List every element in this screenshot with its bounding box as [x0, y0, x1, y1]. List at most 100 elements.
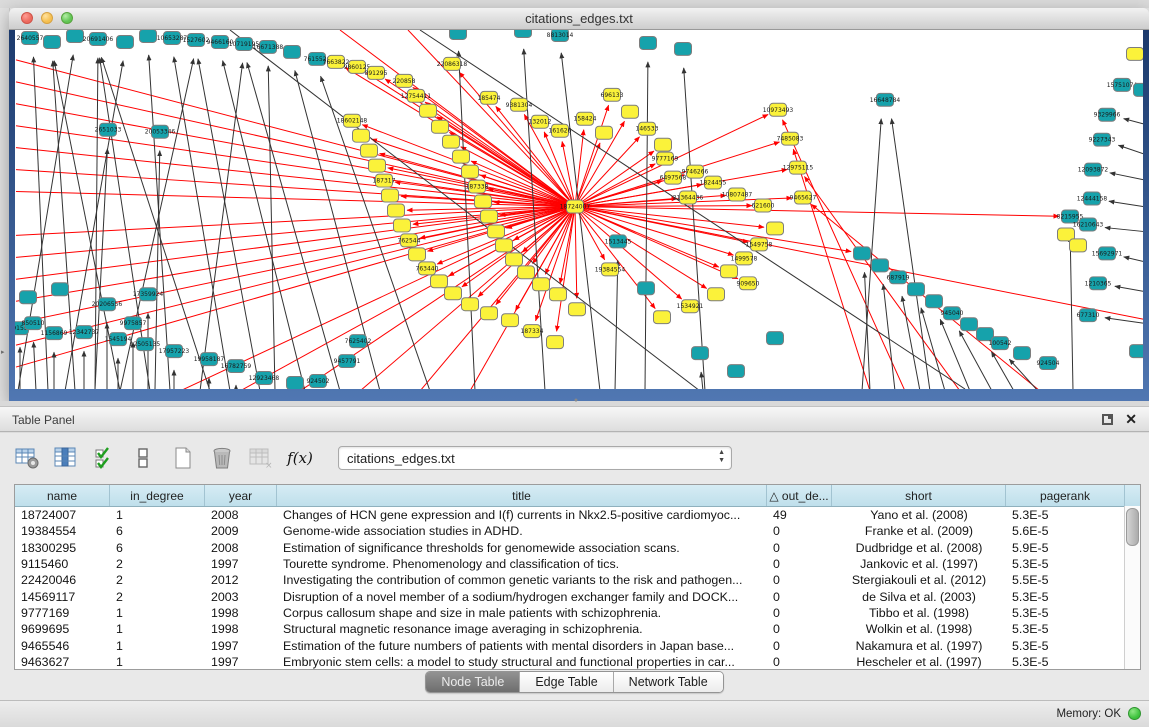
- column-header-out_de[interactable]: △ out_de...: [767, 485, 832, 506]
- network-node[interactable]: [431, 275, 448, 288]
- network-node[interactable]: [432, 120, 449, 133]
- network-node[interactable]: [1127, 47, 1144, 60]
- network-node[interactable]: 1499578: [731, 252, 758, 265]
- network-node[interactable]: [1134, 83, 1144, 96]
- network-node[interactable]: [721, 265, 738, 278]
- column-header-short[interactable]: short: [832, 485, 1006, 506]
- network-node[interactable]: [502, 314, 519, 327]
- network-node[interactable]: [1070, 239, 1087, 252]
- network-node[interactable]: [369, 159, 386, 172]
- network-node[interactable]: 161626: [549, 124, 572, 137]
- table-row[interactable]: 977716911998Corpus callosum shape and si…: [15, 605, 1140, 621]
- network-node[interactable]: [394, 219, 411, 232]
- network-node[interactable]: 15751074: [1107, 78, 1138, 91]
- network-node[interactable]: [569, 303, 586, 316]
- network-node[interactable]: [481, 210, 498, 223]
- network-node[interactable]: [655, 138, 672, 151]
- table-settings-icon[interactable]: [12, 443, 42, 473]
- network-node[interactable]: [450, 30, 467, 39]
- network-node[interactable]: 1513445: [605, 235, 632, 248]
- network-node[interactable]: [638, 282, 655, 295]
- network-node[interactable]: 909650: [737, 277, 760, 290]
- network-node[interactable]: [547, 336, 564, 349]
- scrollbar-thumb[interactable]: [1126, 508, 1139, 546]
- network-node[interactable]: 621600: [752, 199, 775, 212]
- network-node[interactable]: [708, 288, 725, 301]
- network-node[interactable]: [488, 225, 505, 238]
- network-node[interactable]: [622, 105, 639, 118]
- tab-node-table[interactable]: Node Table: [426, 672, 520, 692]
- column-header-name[interactable]: name: [15, 485, 110, 506]
- network-node[interactable]: [977, 328, 994, 341]
- network-node[interactable]: [388, 204, 405, 217]
- network-node[interactable]: 15692971: [1092, 247, 1123, 260]
- network-node[interactable]: [675, 42, 692, 55]
- table-row[interactable]: 911546021997Tourette syndrome. Phenomeno…: [15, 556, 1140, 572]
- network-node[interactable]: 9381304: [506, 98, 533, 111]
- network-node[interactable]: [767, 222, 784, 235]
- network-node[interactable]: 100542: [989, 337, 1012, 350]
- column-header-in_degree[interactable]: in_degree: [110, 485, 205, 506]
- network-node[interactable]: [20, 291, 37, 304]
- network-node[interactable]: 16648784: [870, 93, 901, 106]
- network-node[interactable]: [506, 253, 523, 266]
- column-header-pagerank[interactable]: pagerank: [1006, 485, 1125, 506]
- network-node[interactable]: 9329966: [1094, 108, 1121, 121]
- network-node[interactable]: 7615526: [304, 52, 331, 65]
- network-node[interactable]: [475, 195, 492, 208]
- table-row[interactable]: 1456911722003Disruption of a novel membe…: [15, 588, 1140, 604]
- select-all-icon[interactable]: [90, 443, 120, 473]
- tab-edge-table[interactable]: Edge Table: [520, 672, 613, 692]
- network-node[interactable]: 924502: [307, 375, 330, 388]
- table-row[interactable]: 946362711997Embryonic stem cells: a mode…: [15, 654, 1140, 670]
- network-node[interactable]: [767, 332, 784, 345]
- network-canvas[interactable]: 2640557206914061065328715276029466160107…: [15, 30, 1143, 389]
- column-header-year[interactable]: year: [205, 485, 277, 506]
- network-node[interactable]: 10807487: [722, 188, 753, 201]
- network-node[interactable]: 187317: [373, 174, 396, 187]
- network-node[interactable]: [453, 150, 470, 163]
- network-node[interactable]: [640, 36, 657, 49]
- table-vertical-scrollbar[interactable]: [1124, 506, 1140, 669]
- network-node[interactable]: [409, 248, 426, 261]
- network-node[interactable]: 9465627: [790, 191, 817, 204]
- window-titlebar[interactable]: citations_edges.txt: [9, 8, 1149, 30]
- network-node[interactable]: [1014, 347, 1031, 360]
- network-node[interactable]: [52, 283, 69, 296]
- network-node[interactable]: [353, 129, 370, 142]
- float-panel-icon[interactable]: [1102, 414, 1113, 425]
- function-builder-icon[interactable]: f(x): [285, 443, 315, 473]
- network-node[interactable]: [872, 259, 889, 272]
- network-node[interactable]: 891295: [365, 66, 388, 79]
- network-node[interactable]: 696133: [601, 88, 624, 101]
- network-node[interactable]: [961, 318, 978, 331]
- network-node[interactable]: [443, 135, 460, 148]
- network-node[interactable]: 17359924: [133, 288, 164, 301]
- delete-table-icon[interactable]: ×: [246, 443, 276, 473]
- network-node[interactable]: 20206556: [92, 298, 123, 311]
- network-node[interactable]: 17957223: [159, 345, 190, 358]
- network-node[interactable]: [382, 189, 399, 202]
- table-row[interactable]: 2242004622012Investigating the contribut…: [15, 572, 1140, 588]
- network-node[interactable]: [481, 307, 498, 320]
- network-node[interactable]: 7663822: [323, 55, 350, 68]
- deselect-all-icon[interactable]: [129, 443, 159, 473]
- network-node[interactable]: 158424: [574, 112, 597, 125]
- network-node[interactable]: 1527602: [183, 33, 210, 46]
- table-row[interactable]: 946554611997Estimation of the future num…: [15, 637, 1140, 653]
- network-node[interactable]: 9860125: [344, 60, 371, 73]
- network-node[interactable]: 2640557: [17, 31, 44, 44]
- network-node[interactable]: [533, 278, 550, 291]
- network-node[interactable]: [515, 30, 532, 37]
- network-node[interactable]: [284, 45, 301, 58]
- tab-network-table[interactable]: Network Table: [614, 672, 723, 692]
- network-node[interactable]: [445, 287, 462, 300]
- column-header-title[interactable]: title: [277, 485, 767, 506]
- network-node[interactable]: [420, 104, 437, 117]
- network-node[interactable]: 945040: [941, 307, 964, 320]
- splitter-grip-icon[interactable]: ●: [570, 397, 582, 404]
- network-node[interactable]: [692, 347, 709, 360]
- table-selector-dropdown[interactable]: citations_edges.txt ▲▼: [338, 446, 732, 470]
- network-node[interactable]: 1824455: [700, 176, 727, 189]
- network-node[interactable]: [518, 266, 535, 279]
